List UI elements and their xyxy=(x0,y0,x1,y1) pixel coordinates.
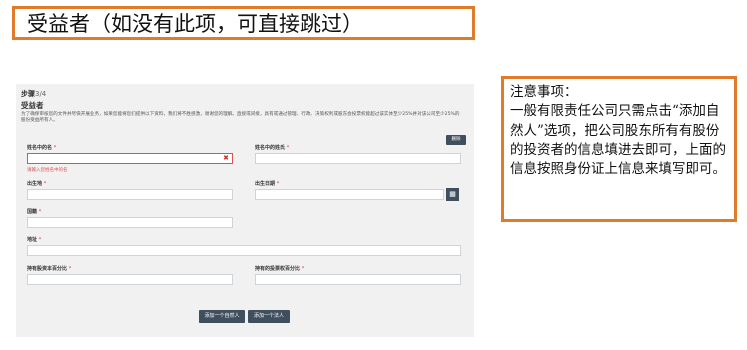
voting-share-label-text: 持有的投票权百分比 xyxy=(255,266,301,272)
required-mark: * xyxy=(276,181,280,187)
address-label-text: 地址 xyxy=(27,237,38,243)
required-mark: * xyxy=(38,209,42,215)
birthdate-label: 出生日期 * xyxy=(255,180,279,187)
add-person-button[interactable]: 添加一个自然人 xyxy=(199,310,245,323)
given-name-input[interactable]: ✖ xyxy=(27,153,233,164)
required-mark: * xyxy=(68,266,72,272)
required-mark: * xyxy=(53,145,57,151)
step-fraction: 3/4 xyxy=(35,90,47,98)
required-mark: * xyxy=(38,237,42,243)
address-label: 地址 * xyxy=(27,236,41,243)
note-title: 注意事项： xyxy=(510,84,578,100)
nationality-label-text: 国籍 xyxy=(27,209,38,215)
address-input[interactable] xyxy=(27,245,461,256)
required-mark: * xyxy=(43,181,47,187)
delete-button[interactable]: 删除 xyxy=(446,135,466,145)
birthplace-label: 出生地 * xyxy=(27,180,46,187)
required-mark: * xyxy=(286,145,290,151)
note-body: 一般有限责任公司只需点击“添加自然人”选项，把公司股东所有有股份的投资者的信息填… xyxy=(510,103,726,178)
required-mark: * xyxy=(301,266,305,272)
add-entity-button[interactable]: 添加一个法人 xyxy=(248,310,290,323)
given-name-label: 姓名中的名 * xyxy=(27,144,56,151)
step-indicator: 步骤3/4 xyxy=(21,89,46,99)
voting-share-label: 持有的投票权百分比 * xyxy=(255,265,304,272)
birthplace-input[interactable] xyxy=(27,189,233,200)
title-banner: 受益者（如没有此项，可直接跳过） xyxy=(12,6,475,40)
birthdate-label-text: 出生日期 xyxy=(255,181,276,187)
section-title: 受益者 xyxy=(21,101,44,110)
voting-share-input[interactable] xyxy=(255,274,461,285)
step-label: 步骤 xyxy=(21,90,35,98)
nationality-label: 国籍 * xyxy=(27,208,41,215)
given-name-error: 请输入您姓名中的名 xyxy=(27,168,68,173)
middle-name-label: 姓名中的姓氏 * xyxy=(255,144,289,151)
capital-share-label: 持有股资本百分比 * xyxy=(27,265,71,272)
middle-name-input[interactable] xyxy=(255,153,461,164)
middle-name-label-text: 姓名中的姓氏 xyxy=(255,145,286,151)
nationality-input[interactable] xyxy=(27,217,233,228)
given-name-label-text: 姓名中的名 xyxy=(27,145,53,151)
title-banner-text: 受益者（如没有此项，可直接跳过） xyxy=(27,12,363,36)
birthdate-input[interactable] xyxy=(255,189,444,200)
capital-share-input[interactable] xyxy=(27,274,233,285)
form-description: 为了确保审核您的文件并尽快开展业务，如果您能将您们提供以下资料，我们将不胜感激，… xyxy=(21,112,460,123)
birthplace-label-text: 出生地 xyxy=(27,181,43,187)
close-icon[interactable]: ✖ xyxy=(223,154,229,163)
calendar-icon[interactable]: ▦ xyxy=(446,188,459,201)
beneficiary-form: 步骤3/4 受益者 为了确保审核您的文件并尽快开展业务，如果您能将您们提供以下资… xyxy=(16,84,474,337)
capital-share-label-text: 持有股资本百分比 xyxy=(27,266,68,272)
note-box: 注意事项： 一般有限责任公司只需点击“添加自然人”选项，把公司股东所有有股份的投… xyxy=(501,76,737,222)
